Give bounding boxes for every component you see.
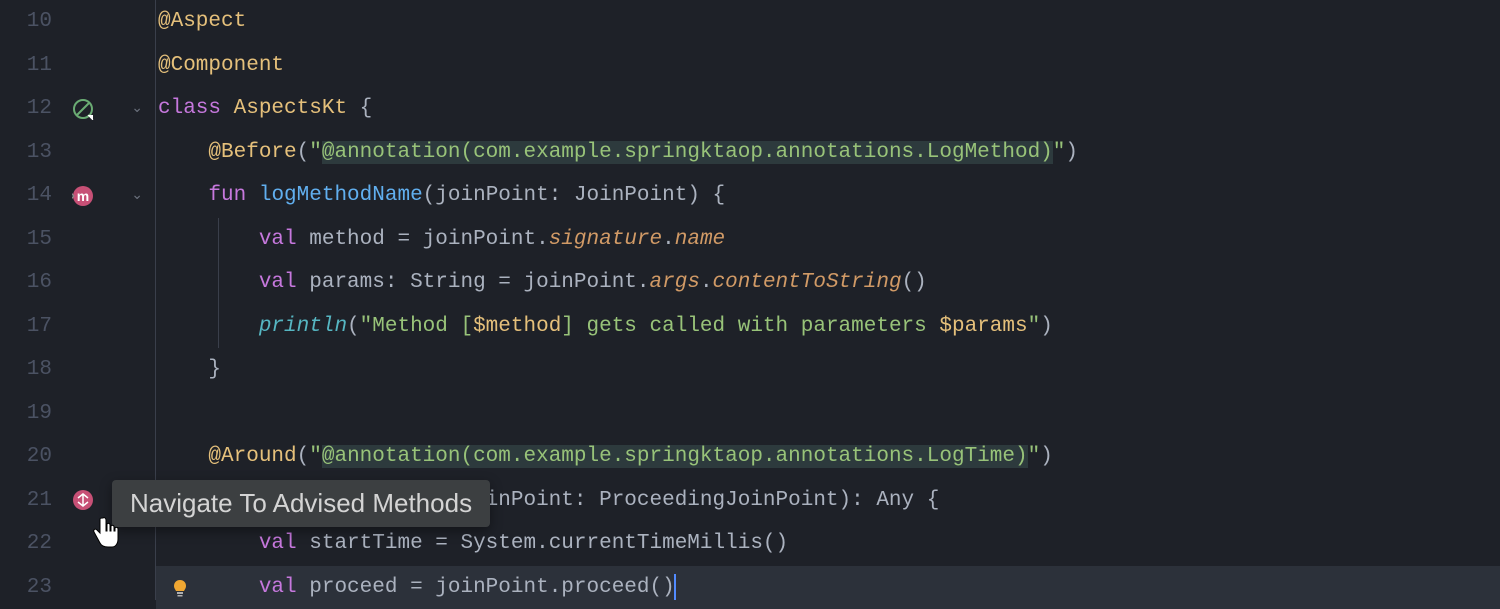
code-token: AspectsKt: [234, 97, 360, 120]
code-line[interactable]: fun logMethodName(joinPoint: JoinPoint) …: [156, 174, 1500, 218]
code-token: joinPoint: JoinPoint: [435, 184, 687, 207]
svg-text:m: m: [77, 188, 89, 204]
gutter-row: 20: [0, 435, 155, 479]
code-token: ) {: [687, 184, 725, 207]
line-number: 12: [0, 97, 60, 120]
intention-bulb-icon[interactable]: [170, 578, 190, 605]
code-token: ": [1053, 141, 1066, 164]
line-number: 13: [0, 141, 60, 164]
code-line[interactable]: val startTime = System.currentTimeMillis…: [156, 522, 1500, 566]
code-token: ): [1065, 141, 1078, 164]
code-line[interactable]: val params: String = joinPoint.args.cont…: [156, 261, 1500, 305]
code-line[interactable]: @Aspect: [156, 0, 1500, 44]
code-token: val: [259, 532, 309, 555]
code-token: ": [1028, 445, 1041, 468]
code-token: @annotation(com.example.springktaop.anno…: [322, 141, 1053, 164]
code-line[interactable]: val method = joinPoint.signature.name: [156, 218, 1500, 262]
indent-guide: [218, 305, 219, 349]
line-number: 16: [0, 271, 60, 294]
code-token: method = joinPoint.: [309, 228, 548, 251]
code-token: params: String = joinPoint.: [309, 271, 649, 294]
gutter-row: 16: [0, 261, 155, 305]
code-token: (: [297, 445, 310, 468]
code-token: @Aspect: [158, 10, 246, 33]
gutter-row: 17: [0, 305, 155, 349]
text-caret: [674, 574, 676, 600]
gutter-row: 13: [0, 131, 155, 175]
line-number: 20: [0, 445, 60, 468]
code-token: @Around: [208, 445, 296, 468]
code-token: println: [259, 315, 347, 338]
code-token: ] gets called with parameters: [561, 315, 939, 338]
code-line[interactable]: class AspectsKt {: [156, 87, 1500, 131]
line-number: 17: [0, 315, 60, 338]
line-number: 18: [0, 358, 60, 381]
code-token: @Before: [208, 141, 296, 164]
code-token: val: [259, 576, 309, 599]
code-token: $params: [939, 315, 1027, 338]
line-number: 21: [0, 489, 60, 512]
line-number: 19: [0, 402, 60, 425]
fold-toggle-icon[interactable]: ⌄: [131, 100, 143, 117]
fold-toggle-icon[interactable]: ⌄: [131, 187, 143, 204]
code-token: val: [259, 271, 309, 294]
gutter-row: 19: [0, 392, 155, 436]
code-line[interactable]: @Component: [156, 44, 1500, 88]
code-token: proceed = joinPoint.proceed: [309, 576, 649, 599]
code-line[interactable]: [156, 392, 1500, 436]
line-number: 10: [0, 10, 60, 33]
code-token: name: [675, 228, 725, 251]
code-token: contentToString: [713, 271, 902, 294]
code-token: ": [309, 445, 322, 468]
code-token: ": [1028, 315, 1041, 338]
code-token: logMethodName: [259, 184, 423, 207]
code-token: .: [662, 228, 675, 251]
aspect-navigate-icon[interactable]: [72, 489, 94, 511]
no-inspection-icon[interactable]: [72, 98, 94, 120]
gutter-row: 23: [0, 566, 155, 609]
code-token: $method: [473, 315, 561, 338]
gutter-row: 12 ⌄: [0, 87, 155, 131]
line-number: 14: [0, 184, 60, 207]
code-line[interactable]: println("Method [$method] gets called wi…: [156, 305, 1500, 349]
code-token: }: [208, 358, 221, 381]
code-token: args: [650, 271, 700, 294]
gutter-row: 11: [0, 44, 155, 88]
line-number: 15: [0, 228, 60, 251]
code-token: (): [650, 576, 675, 599]
code-token: (: [347, 315, 360, 338]
code-token: startTime = System.currentTimeMillis(): [309, 532, 788, 555]
code-token: val: [259, 228, 309, 251]
gutter-row: 10: [0, 0, 155, 44]
gutter-row: 15: [0, 218, 155, 262]
code-token: (: [297, 141, 310, 164]
code-token: (): [902, 271, 927, 294]
method-gutter-icon[interactable]: m: [72, 185, 94, 207]
code-token: signature: [549, 228, 662, 251]
code-token: ): [1040, 445, 1053, 468]
code-token: @Component: [158, 54, 284, 77]
code-token: ": [309, 141, 322, 164]
code-token: (: [423, 184, 436, 207]
gutter-row: 14 m ⌄: [0, 174, 155, 218]
code-line[interactable]: val proceed = joinPoint.proceed(): [156, 566, 1500, 609]
code-token: ): [1040, 315, 1053, 338]
gutter-tooltip: Navigate To Advised Methods: [112, 480, 490, 527]
code-line[interactable]: }: [156, 348, 1500, 392]
code-token: fun: [208, 184, 258, 207]
indent-guide: [218, 261, 219, 305]
line-number: 11: [0, 54, 60, 77]
line-number: 22: [0, 532, 60, 555]
line-number: 23: [0, 576, 60, 599]
code-token: {: [360, 97, 373, 120]
code-line[interactable]: @Around("@annotation(com.example.springk…: [156, 435, 1500, 479]
code-token: @annotation(com.example.springktaop.anno…: [322, 445, 1028, 468]
code-token: "Method [: [360, 315, 473, 338]
code-token: class: [158, 97, 234, 120]
code-token: .: [700, 271, 713, 294]
indent-guide: [218, 218, 219, 262]
gutter-row: 18: [0, 348, 155, 392]
gutter-row: 22: [0, 522, 155, 566]
code-line[interactable]: @Before("@annotation(com.example.springk…: [156, 131, 1500, 175]
